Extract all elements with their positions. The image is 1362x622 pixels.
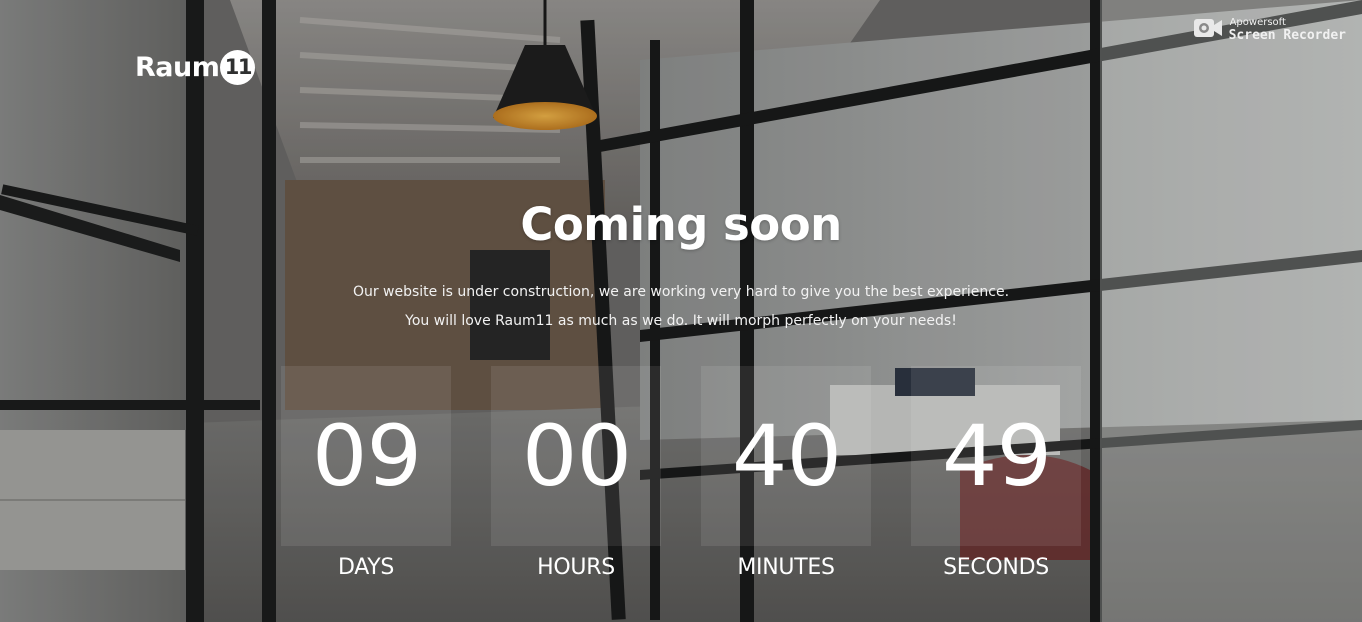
screen-recorder-watermark: Apowersoft Screen Recorder — [1193, 17, 1346, 43]
camera-icon — [1193, 17, 1223, 43]
countdown-hours: 00 HOURS — [491, 366, 661, 580]
coming-soon-page: Raum 11 Apowersoft Screen Recorder Comin… — [0, 0, 1362, 622]
countdown-seconds-label: SECONDS — [943, 555, 1049, 580]
page-title: Coming soon — [520, 198, 842, 251]
watermark-brand: Apowersoft — [1229, 17, 1286, 28]
countdown-days-value: 09 — [311, 407, 421, 505]
countdown-days-label: DAYS — [337, 555, 395, 580]
subtitle-line: You will love Raum11 as much as we do. I… — [405, 313, 957, 329]
page-subtitle: Our website is under construction, we ar… — [0, 278, 1362, 336]
countdown-timer: 09 DAYS 00 HOURS 40 MINUTES 49 SECONDS — [281, 366, 1081, 580]
logo-wordmark: Raum — [135, 52, 220, 83]
countdown-seconds-value: 49 — [941, 407, 1051, 505]
countdown-hours-value: 00 — [521, 407, 631, 505]
countdown-box: 00 — [491, 366, 661, 546]
countdown-minutes-value: 40 — [731, 407, 841, 505]
raum11-logo[interactable]: Raum 11 — [135, 50, 256, 85]
countdown-box: 40 — [701, 366, 871, 546]
subtitle-line: Our website is under construction, we ar… — [352, 284, 1010, 300]
countdown-minutes-label: MINUTES — [737, 555, 835, 580]
countdown-seconds: 49 SECONDS — [911, 366, 1081, 580]
countdown-days: 09 DAYS — [281, 366, 451, 580]
watermark-product: Screen Recorder — [1228, 28, 1346, 43]
countdown-hours-label: HOURS — [537, 555, 615, 580]
countdown-box: 49 — [911, 366, 1081, 546]
countdown-minutes: 40 MINUTES — [701, 366, 871, 580]
logo-number-badge: 11 — [220, 50, 256, 85]
countdown-box: 09 — [281, 366, 451, 546]
